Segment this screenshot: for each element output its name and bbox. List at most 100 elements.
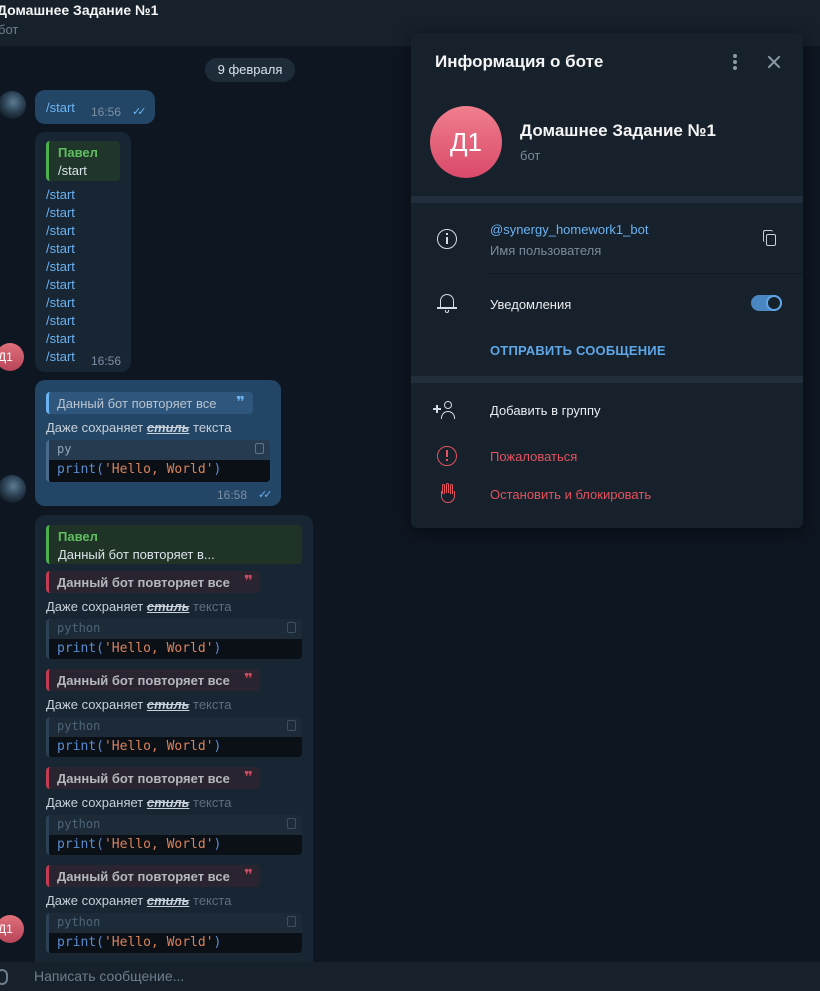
hand-icon <box>439 483 457 505</box>
command-link[interactable]: /start <box>46 349 75 364</box>
telegram-window: Домашнее Задание №1 бот 9 февраля /start… <box>0 0 820 991</box>
bot-name: Домашнее Задание №1 <box>520 121 717 140</box>
code-block[interactable]: python print('Hello, World') <box>46 815 302 855</box>
message-bubble-incoming[interactable]: Павел Данный бот повторяет в... Данный б… <box>35 515 313 975</box>
add-to-group-button[interactable]: Добавить в группу <box>490 403 601 418</box>
message-bubble-outgoing[interactable]: Данный бот повторяет все ❞ Даже сохраняе… <box>35 380 281 506</box>
blockquote: Данный бот повторяет все ❞ <box>46 865 260 887</box>
bot-profile-avatar[interactable]: Д1 <box>430 106 502 178</box>
copy-icon[interactable] <box>763 230 777 247</box>
code-language: python <box>57 817 101 831</box>
send-message-button[interactable]: ОТПРАВИТЬ СООБЩЕНИЕ <box>490 343 666 358</box>
close-icon[interactable] <box>765 53 783 71</box>
quote-icon: ❞ <box>236 394 245 411</box>
command-link[interactable]: /start <box>46 259 75 274</box>
message-text: Даже сохраняет стиль текста <box>46 697 232 712</box>
command-link[interactable]: /start <box>46 295 75 310</box>
blockquote: Данный бот повторяет все ❞ <box>46 767 260 789</box>
code-line: print('Hello, World') <box>57 935 222 950</box>
blockquote: Данный бот повторяет все ❞ <box>46 669 260 691</box>
bot-type: бот <box>520 148 541 163</box>
chat-subtitle: бот <box>0 22 19 37</box>
message-input[interactable] <box>32 967 632 985</box>
text-part: Даже сохраняет <box>46 420 147 435</box>
notifications-label: Уведомления <box>490 297 572 312</box>
section-separator <box>411 196 803 203</box>
chat-title[interactable]: Домашнее Задание №1 <box>0 2 158 18</box>
more-icon[interactable] <box>731 53 739 71</box>
panel-title: Информация о боте <box>435 52 604 71</box>
message-bubble-incoming[interactable]: Павел /start /start /start /start /start… <box>35 132 131 372</box>
bot-avatar[interactable]: Д1 <box>0 915 24 943</box>
username-label: Имя пользователя <box>490 243 602 258</box>
code-line: print('Hello, World') <box>57 641 222 656</box>
code-block[interactable]: python print('Hello, World') <box>46 619 302 659</box>
notifications-toggle[interactable] <box>751 295 782 311</box>
bot-avatar[interactable]: Д1 <box>0 343 24 371</box>
info-icon <box>437 229 457 249</box>
bot-info-panel: Информация о боте Д1 Домашнее Задание №1… <box>411 33 803 528</box>
code-language: python <box>57 915 101 929</box>
quote-text: Данный бот повторяет все <box>57 396 217 411</box>
read-ticks-icon: ✓✓ <box>132 106 147 118</box>
copy-icon[interactable] <box>287 916 296 927</box>
quote-text: Данный бот повторяет все <box>57 869 230 884</box>
code-header: python <box>49 717 302 737</box>
code-line: print('Hello, World') <box>57 837 222 852</box>
copy-icon[interactable] <box>287 818 296 829</box>
quote-icon: ❞ <box>244 769 253 786</box>
message-time: 16:56 <box>91 105 122 119</box>
copy-icon[interactable] <box>287 720 296 731</box>
message-text: Даже сохраняет стиль текста <box>46 795 232 810</box>
code-block[interactable]: python print('Hello, World') <box>46 913 302 953</box>
message-bubble-outgoing[interactable]: /start 16:56 ✓✓ <box>35 90 155 124</box>
command-link[interactable]: /start <box>46 205 75 220</box>
reply-text: Данный бот повторяет в... <box>58 547 215 562</box>
command-link[interactable]: /start <box>46 223 75 238</box>
copy-icon[interactable] <box>255 443 264 454</box>
code-body: print('Hello, World') <box>49 639 302 659</box>
command-link[interactable]: /start <box>46 331 75 346</box>
message-text: Даже сохраняет стиль текста <box>46 420 231 435</box>
bot-username[interactable]: @synergy_homework1_bot <box>490 222 648 237</box>
reply-author: Павел <box>58 529 98 544</box>
message-text: Даже сохраняет стиль текста <box>46 893 232 908</box>
bell-icon <box>437 292 457 314</box>
user-avatar[interactable] <box>0 91 26 119</box>
message-composer <box>0 962 820 991</box>
quote-icon: ❞ <box>244 573 253 590</box>
code-language: py <box>57 442 72 456</box>
code-line: print('Hello, World') <box>57 462 222 477</box>
code-language: python <box>57 621 101 635</box>
report-icon <box>437 446 457 466</box>
code-block[interactable]: py print('Hello, World') <box>46 440 270 482</box>
blockquote: Данный бот повторяет все ❞ <box>46 392 253 414</box>
command-link[interactable]: /start <box>46 241 75 256</box>
quote-text: Данный бот повторяет все <box>57 673 230 688</box>
quote-text: Данный бот повторяет все <box>57 771 230 786</box>
code-header: python <box>49 619 302 639</box>
report-button[interactable]: Пожаловаться <box>490 449 577 464</box>
stop-and-block-button[interactable]: Остановить и блокировать <box>490 487 651 502</box>
quote-icon: ❞ <box>244 671 253 688</box>
copy-icon[interactable] <box>287 622 296 633</box>
command-link[interactable]: /start <box>46 313 75 328</box>
code-body: print('Hello, World') <box>49 835 302 855</box>
reply-preview[interactable]: Павел /start <box>46 141 120 181</box>
date-badge: 9 февраля <box>205 58 295 82</box>
code-header: python <box>49 815 302 835</box>
message-time: 16:58 <box>217 488 248 502</box>
command-link[interactable]: /start <box>46 187 75 202</box>
code-body: print('Hello, World') <box>49 460 270 482</box>
styled-word: стиль <box>146 420 190 435</box>
user-avatar[interactable] <box>0 475 26 503</box>
command-link[interactable]: /start <box>46 100 75 115</box>
command-link[interactable]: /start <box>46 277 75 292</box>
reply-preview[interactable]: Павел Данный бот повторяет в... <box>46 525 302 564</box>
attach-icon[interactable] <box>0 969 8 985</box>
reply-author: Павел <box>58 145 98 160</box>
reply-text: /start <box>58 163 87 178</box>
section-separator <box>411 376 803 383</box>
code-language: python <box>57 719 101 733</box>
code-block[interactable]: python print('Hello, World') <box>46 717 302 757</box>
